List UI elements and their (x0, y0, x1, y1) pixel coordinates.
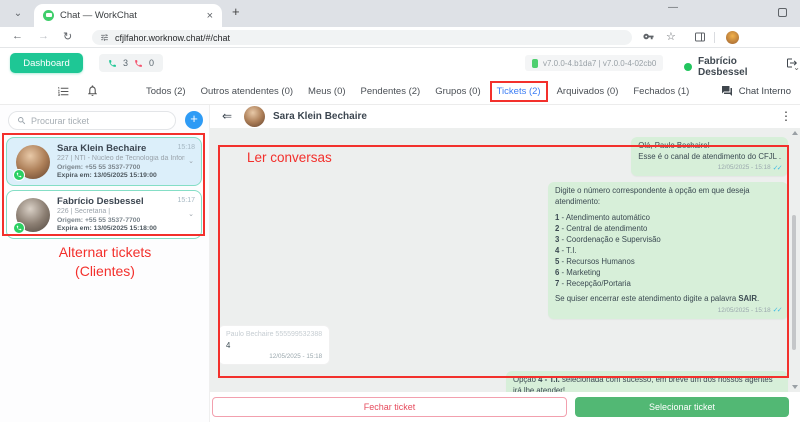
url-bar[interactable]: cfjlfahor.worknow.chat/#/chat (92, 30, 632, 45)
active-calls-icon (108, 59, 117, 68)
ticket-expiry: Expira em: 13/05/2025 15:18:00 (57, 225, 195, 232)
browser-window: ⌄ Chat — WorkChat × + — ← → ↻ cfjlfahor.… (0, 0, 800, 422)
queue-list-icon[interactable] (57, 85, 70, 98)
chat-interno-button[interactable]: Chat Interno (721, 85, 791, 97)
chat-contact-name: Sara Klein Bechaire (273, 111, 367, 122)
message-list: Olá, Paulo Bechaire!Esse é o canal de at… (210, 128, 800, 392)
chevron-down-icon[interactable]: ⌄ (188, 157, 194, 165)
ticket-origin: Origem: +55 55 3537-7700 (57, 217, 195, 224)
ticket-tabs: Todos (2)Outros atendentes (0)Meus (0)Pe… (140, 78, 695, 104)
tab-close-icon[interactable]: × (207, 10, 213, 22)
chat-header: ⇐ Sara Klein Bechaire ⋮ (210, 105, 800, 128)
url-text: cfjlfahor.worknow.chat/#/chat (115, 33, 230, 43)
double-check-icon: ✓✓ (773, 164, 781, 174)
chat-message-bubble: Olá, Paulo Bechaire!Esse é o canal de at… (631, 137, 788, 176)
chat-message-bubble: Opção 4 - T.I. selecionada com sucesso, … (506, 371, 788, 392)
active-calls-count: 3 (123, 58, 128, 68)
chat-contact-avatar (244, 106, 265, 127)
scrollbar-thumb[interactable] (792, 215, 796, 350)
notifications-bell-icon[interactable] (86, 84, 99, 97)
ticket-time: 15:18 (177, 144, 195, 151)
search-icon (17, 116, 26, 125)
browser-tab-title: Chat — WorkChat (60, 10, 201, 21)
tab-fechados-1[interactable]: Fechados (1) (627, 83, 695, 100)
whatsapp-badge-icon (13, 222, 25, 234)
window-maximize-button[interactable] (778, 8, 787, 17)
window-minimize-button[interactable]: — (668, 2, 678, 13)
tab-outros-atendentes-0[interactable]: Outros atendentes (0) (195, 83, 299, 100)
ticket-contact-name: Fabrício Desbessel (57, 196, 195, 207)
add-ticket-button[interactable]: + (185, 111, 203, 129)
ticket-tab-bar: Todos (2)Outros atendentes (0)Meus (0)Pe… (0, 78, 800, 105)
avatar (16, 198, 50, 232)
ticket-origin: Origem: +55 55 3537-7700 (57, 164, 195, 171)
scrollbar-up-arrow[interactable] (792, 131, 798, 135)
ticket-queue: 227 | NTI - Núcleo de Tecnologia da Info… (57, 155, 185, 162)
user-name: Fabrício Desbessel (698, 56, 787, 78)
site-settings-icon[interactable] (100, 33, 109, 42)
password-key-icon[interactable] (643, 31, 654, 42)
back-icon[interactable]: ← (12, 30, 23, 42)
whatsapp-badge-icon (13, 169, 25, 181)
avatar (16, 145, 50, 179)
chevron-down-icon: ⌄ (14, 8, 22, 19)
chat-footer: Fechar ticket Selecionar ticket (210, 392, 800, 422)
workchat-favicon-icon (43, 10, 54, 21)
chevron-down-icon[interactable]: ⌄ (188, 210, 194, 218)
tab-tickets-2[interactable]: Tickets (2) (490, 81, 548, 102)
browser-tab-strip: ⌄ Chat — WorkChat × + — (0, 0, 800, 27)
ticket-queue: 226 | Secretaria | (57, 208, 185, 215)
toolbar-divider (714, 32, 715, 43)
tab-arquivados-0[interactable]: Arquivados (0) (551, 83, 625, 100)
chat-menu-kebab-icon[interactable]: ⋮ (780, 109, 792, 123)
scrollbar-down-arrow[interactable] (792, 385, 798, 389)
close-ticket-button[interactable]: Fechar ticket (212, 397, 567, 417)
logout-icon[interactable] (786, 57, 798, 69)
user-menu[interactable]: Fabrício Desbessel ⌄ (684, 56, 800, 78)
chat-message-bubble: Digite o número correspondente à opção e… (548, 182, 788, 319)
calls-counter: 3 0 (99, 54, 163, 72)
dashboard-button[interactable]: Dashboard (10, 53, 83, 73)
ticket-card-fabricio[interactable]: Fabrício Desbessel 15:17 226 | Secretari… (6, 190, 202, 239)
tab-search-button[interactable]: ⌄ (7, 5, 29, 22)
browser-profile-avatar[interactable] (726, 31, 739, 44)
message-timestamp: 12/05/2025 - 15:18✓✓ (638, 164, 781, 174)
double-check-icon: ✓✓ (773, 306, 781, 316)
browser-tab[interactable]: Chat — WorkChat × (34, 4, 222, 27)
missed-calls-count: 0 (149, 58, 154, 68)
browser-toolbar: ← → ↻ cfjlfahor.worknow.chat/#/chat ☆ (0, 27, 800, 48)
chat-interno-label: Chat Interno (739, 86, 791, 97)
search-input[interactable] (31, 116, 151, 126)
online-status-dot (684, 63, 692, 71)
ticket-expiry: Expira em: 13/05/2025 15:19:00 (57, 172, 195, 179)
ticket-search[interactable] (8, 111, 176, 130)
app-header: Dashboard 3 0 v7.0.0-4.b1da7 | v7.0.0-4-… (0, 48, 800, 78)
tab-pendentes-2[interactable]: Pendentes (2) (355, 83, 427, 100)
side-panel-icon[interactable] (694, 31, 706, 43)
missed-calls-icon (134, 59, 143, 68)
bookmark-star-icon[interactable]: ☆ (666, 30, 676, 43)
ticket-contact-name: Sara Klein Bechaire (57, 143, 195, 154)
version-text: v7.0.0-4.b1da7 | v7.0.0-4-02cb0 (543, 59, 656, 68)
chat-message-bubble: Paulo Bechaire 555599532388412/05/2025 -… (218, 325, 330, 366)
tab-meus-0[interactable]: Meus (0) (302, 83, 351, 100)
version-badge: v7.0.0-4.b1da7 | v7.0.0-4-02cb0 (525, 55, 663, 71)
collapse-back-icon[interactable]: ⇐ (222, 109, 232, 123)
ticket-time: 15:17 (177, 197, 195, 204)
forward-icon[interactable]: → (38, 30, 49, 42)
new-tab-button[interactable]: + (232, 4, 240, 19)
message-sender: Paulo Bechaire 555599532388 (226, 330, 322, 340)
version-status-icon (532, 59, 538, 68)
ticket-card-sara[interactable]: Sara Klein Bechaire 15:18 227 | NTI - Nú… (6, 137, 202, 186)
message-timestamp: 12/05/2025 - 15:18 (226, 353, 322, 362)
tab-todos-2[interactable]: Todos (2) (140, 83, 192, 100)
select-ticket-button[interactable]: Selecionar ticket (575, 397, 789, 417)
message-timestamp: 12/05/2025 - 15:18✓✓ (555, 306, 781, 316)
chat-interno-icon (721, 85, 733, 97)
ticket-sidebar: + Sara Klein Bechaire 15:18 227 | NTI - … (0, 105, 210, 422)
reload-icon[interactable]: ↻ (63, 30, 72, 43)
tab-grupos-0[interactable]: Grupos (0) (429, 83, 486, 100)
